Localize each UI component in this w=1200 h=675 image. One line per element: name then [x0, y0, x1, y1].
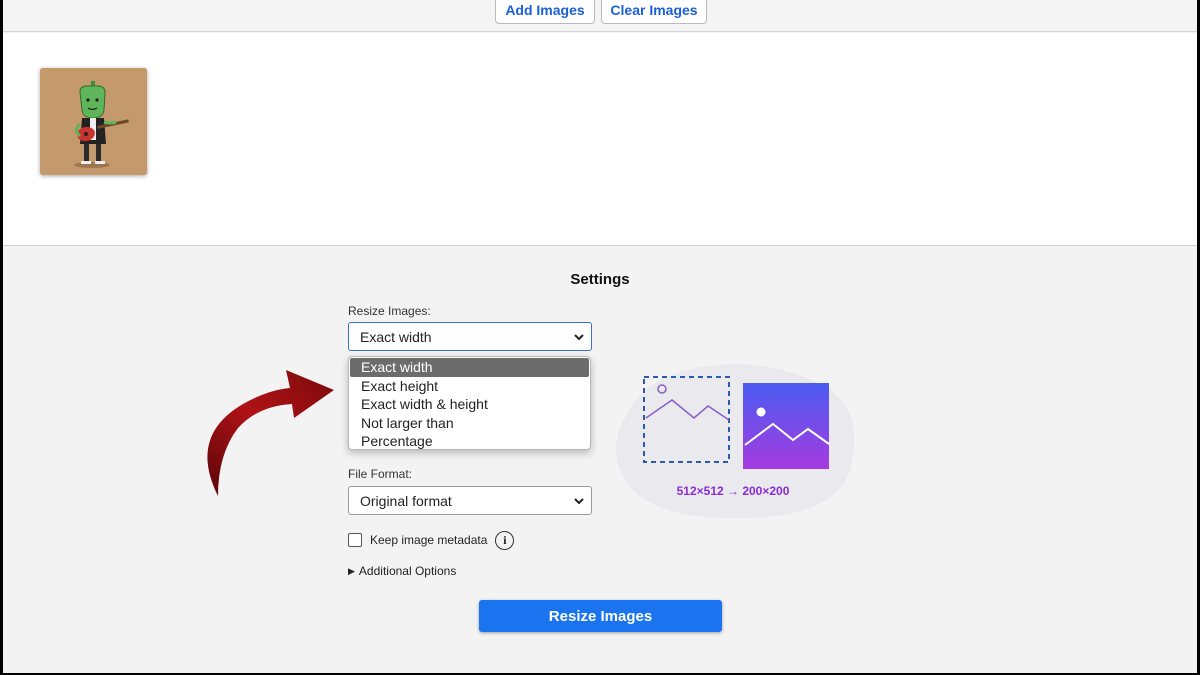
annotation-arrow-icon	[207, 370, 334, 496]
resize-option-exact-width-height[interactable]: Exact width & height	[350, 395, 589, 414]
chevron-down-icon	[574, 498, 584, 505]
clear-images-button[interactable]: Clear Images	[601, 0, 707, 24]
resize-option-not-larger-than[interactable]: Not larger than	[350, 414, 589, 433]
info-icon[interactable]: i	[495, 530, 515, 550]
resized-image-frame	[743, 383, 829, 469]
resize-option-exact-height[interactable]: Exact height	[350, 377, 589, 396]
keep-metadata-checkbox[interactable]	[348, 533, 362, 547]
keep-metadata-label: Keep image metadata	[370, 533, 488, 547]
resize-mode-select[interactable]: Exact width	[348, 322, 592, 351]
add-images-button[interactable]: Add Images	[495, 0, 595, 24]
file-format-select[interactable]: Original format	[348, 486, 592, 515]
triangle-right-icon: ▶	[348, 565, 355, 576]
settings-title: Settings	[570, 271, 630, 288]
file-format-label: File Format:	[348, 467, 413, 481]
guitar-character-image	[40, 68, 147, 175]
app-window: Add Images Clear Images Settings Resize …	[3, 0, 1197, 673]
file-format-value: Original format	[360, 492, 452, 509]
chevron-down-icon	[574, 334, 584, 341]
resize-mode-dropdown: Exact width Exact height Exact width & h…	[348, 356, 591, 450]
toolbar: Add Images Clear Images	[3, 0, 1197, 32]
keep-metadata-row: Keep image metadata i	[348, 530, 515, 550]
resize-images-label: Resize Images:	[348, 304, 431, 318]
resize-option-exact-width[interactable]: Exact width	[350, 358, 589, 377]
additional-options-toggle[interactable]: ▶ Additional Options	[348, 564, 456, 578]
resize-images-button[interactable]: Resize Images	[479, 600, 722, 632]
image-thumbnail[interactable]	[40, 68, 147, 175]
images-area	[3, 33, 1197, 246]
resize-mode-value: Exact width	[360, 328, 432, 345]
resize-option-percentage[interactable]: Percentage	[350, 432, 589, 449]
additional-options-label: Additional Options	[358, 564, 457, 578]
resize-dimensions-caption: 512×512 → 200×200	[676, 484, 790, 498]
